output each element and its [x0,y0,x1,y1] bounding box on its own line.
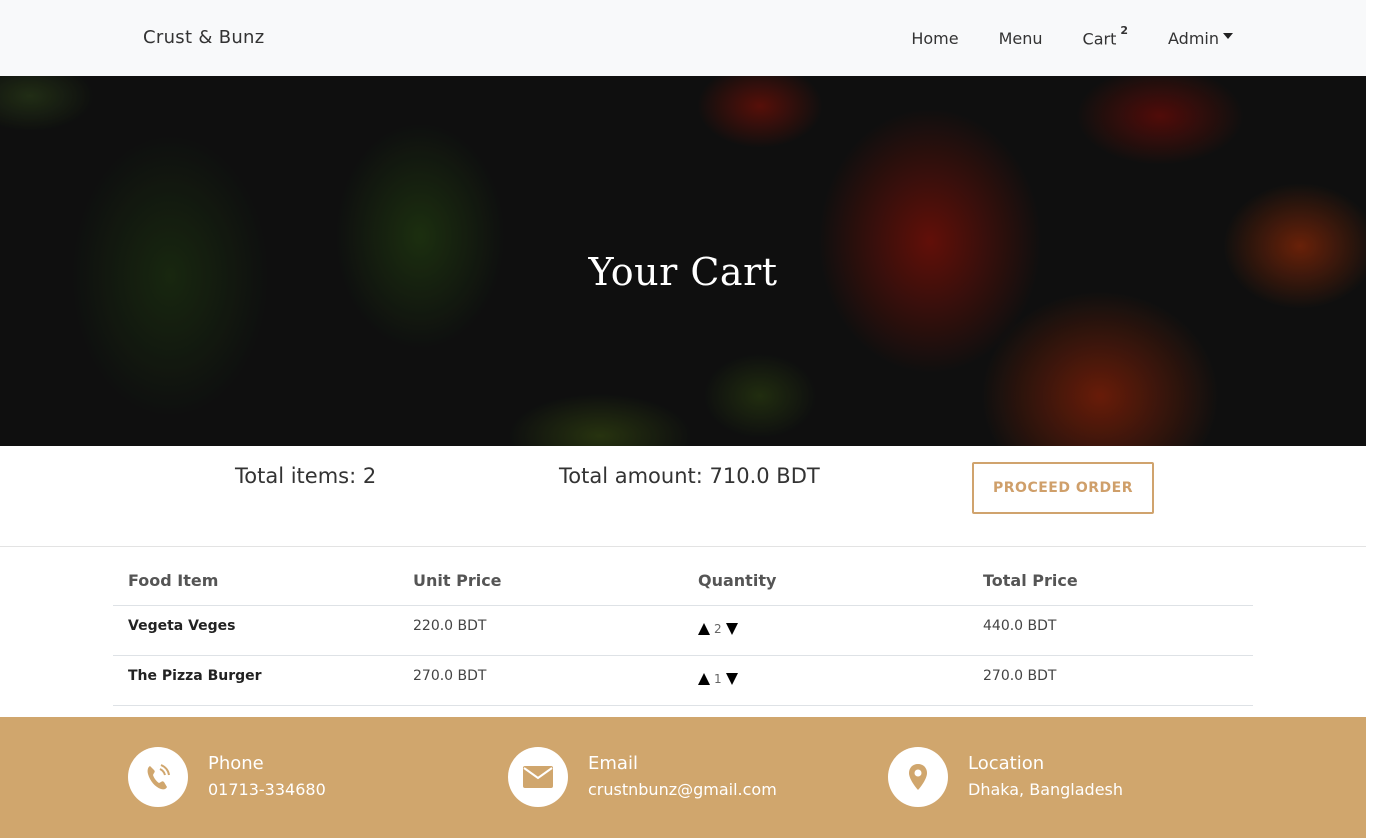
item-quantity-cell: 1 [683,655,968,706]
header-total-price: Total Price [968,556,1253,606]
item-total-price: 440.0 BDT [968,605,1253,656]
location-value: Dhaka, Bangladesh [968,780,1124,799]
item-name: Vegeta Veges [113,605,398,656]
page-edge [1366,0,1381,838]
map-pin-icon [888,747,948,807]
admin-label: Admin [1168,28,1219,48]
header-quantity: Quantity [683,556,968,606]
location-label: Location [968,753,1045,774]
table-row: The Pizza Burger 270.0 BDT 1 270.0 BDT [113,655,1253,706]
nav-links: Home Menu Cart 2 Admin [871,24,1233,49]
header-food-item: Food Item [113,556,398,606]
decrease-quantity-icon[interactable] [725,622,738,635]
nav-menu-link[interactable]: Menu [999,29,1043,48]
nav-cart-link[interactable]: Cart 2 [1082,24,1128,49]
page-title: Your Cart [588,250,778,294]
contact-email: Email crustnbunz@gmail.com [508,747,777,807]
item-name: The Pizza Burger [113,655,398,706]
quantity-stepper: 1 [698,668,968,686]
email-label: Email [588,753,638,774]
phone-value[interactable]: 01713-334680 [208,780,326,799]
footer-contact: Phone 01713-334680 Email crustnbunz@gmai… [0,717,1366,838]
cart-label: Cart [1082,29,1117,49]
cart-summary: Total items: 2 Total amount: 710.0 BDT P… [0,446,1366,547]
nav-admin-dropdown[interactable]: Admin [1168,29,1233,48]
contact-location: Location Dhaka, Bangladesh [888,747,1123,807]
hero-banner: Your Cart [0,76,1366,446]
caret-down-icon [1223,33,1233,40]
total-items: Total items: 2 [235,464,377,488]
table-row: Vegeta Veges 220.0 BDT 2 440.0 BDT [113,605,1253,656]
table-header-row: Food Item Unit Price Quantity Total Pric… [113,556,1253,606]
cart-count-badge: 2 [1120,24,1128,37]
envelope-icon [508,747,568,807]
nav-home-link[interactable]: Home [911,29,958,48]
quantity-value: 2 [714,621,722,636]
increase-quantity-icon[interactable] [698,672,710,685]
brand-logo[interactable]: Crust & Bunz [143,27,265,48]
cart-table: Food Item Unit Price Quantity Total Pric… [113,556,1253,706]
item-unit-price: 220.0 BDT [398,605,683,656]
header-unit-price: Unit Price [398,556,683,606]
item-total-price: 270.0 BDT [968,655,1253,706]
decrease-quantity-icon[interactable] [725,672,738,685]
item-unit-price: 270.0 BDT [398,655,683,706]
email-value[interactable]: crustnbunz@gmail.com [588,780,777,799]
navbar: Crust & Bunz Home Menu Cart 2 Admin [0,0,1366,76]
contact-phone: Phone 01713-334680 [128,747,326,807]
phone-icon [128,747,188,807]
phone-label: Phone [208,753,264,774]
quantity-value: 1 [714,671,722,686]
total-amount: Total amount: 710.0 BDT [559,464,820,488]
proceed-order-button[interactable]: PROCEED ORDER [972,462,1154,514]
quantity-stepper: 2 [698,618,968,636]
increase-quantity-icon[interactable] [698,622,710,635]
item-quantity-cell: 2 [683,605,968,656]
